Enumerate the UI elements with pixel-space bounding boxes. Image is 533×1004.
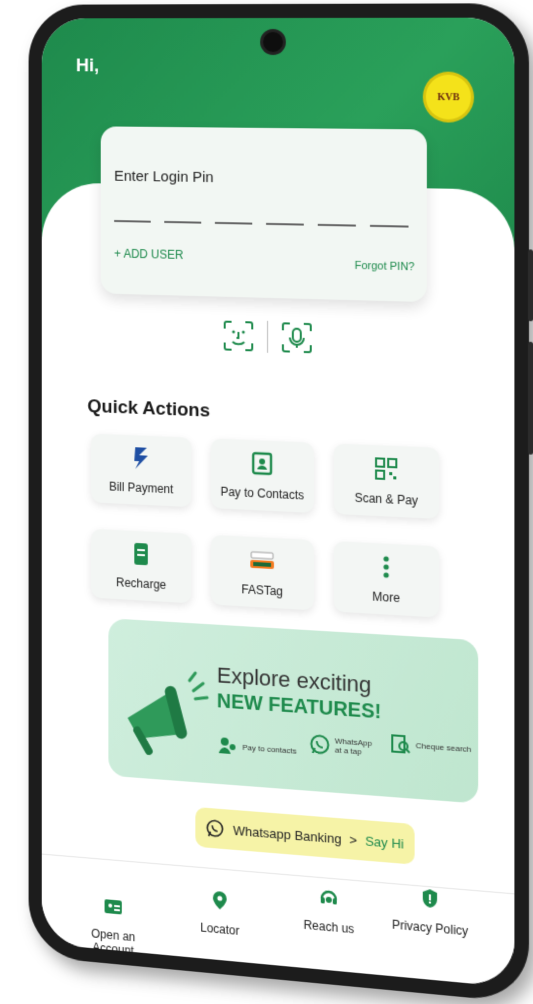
forgot-pin-link[interactable]: Forgot PIN? [355, 260, 415, 274]
kvb-logo: KVB [426, 75, 471, 120]
whatsapp-icon [206, 818, 226, 839]
support-icon [318, 886, 340, 910]
logo-text: KVB [437, 91, 459, 102]
volume-button [528, 342, 533, 455]
qr-scan-icon [372, 454, 400, 484]
pin-digit-3[interactable] [215, 222, 252, 225]
fastag-label: FASTag [211, 581, 314, 601]
scan-and-pay-label: Scan & Pay [334, 490, 439, 509]
add-user-link[interactable]: + ADD USER [114, 247, 183, 262]
nav-locator[interactable]: Locator [176, 886, 264, 941]
fastag-tile[interactable]: FASTag [211, 535, 314, 610]
say-hi-label: Say Hi [365, 833, 404, 851]
biometric-divider [267, 321, 268, 353]
fastag-icon [248, 546, 276, 575]
cheque-search-icon [389, 732, 411, 756]
megaphone-icon [118, 658, 211, 759]
pin-input[interactable] [114, 220, 408, 228]
people-icon [217, 734, 239, 757]
bottom-navigation: Open an Account Locator Reach us Privacy… [42, 854, 515, 988]
pin-digit-4[interactable] [266, 223, 304, 226]
new-features-banner[interactable]: Explore exciting NEW FEATURES! Pay to co… [108, 618, 478, 803]
feature-label: Pay to contacts [242, 742, 296, 755]
more-tile[interactable]: More [334, 541, 439, 617]
whatsapp-banking-label: Whatsapp Banking [233, 822, 341, 846]
pay-to-contacts-tile[interactable]: Pay to Contacts [211, 438, 314, 512]
nav-open-account[interactable]: Open an Account [70, 892, 156, 960]
pay-to-contacts-label: Pay to Contacts [211, 484, 314, 503]
feature-whatsapp: WhatsApp at a tap [309, 733, 375, 760]
nav-label: Privacy Policy [384, 917, 476, 939]
whatsapp-arrow: > [349, 832, 357, 848]
voice-auth-button[interactable] [278, 318, 316, 357]
bill-payment-tile[interactable]: Bill Payment [91, 434, 191, 508]
account-card-icon [103, 895, 124, 919]
greeting-text: Hi, [76, 56, 99, 78]
pin-digit-6[interactable] [370, 225, 409, 228]
feature-pay-to-contacts: Pay to contacts [217, 734, 297, 762]
face-id-button[interactable] [220, 317, 257, 356]
bill-payment-icon [128, 444, 155, 473]
pin-digit-1[interactable] [114, 220, 151, 223]
quick-actions-title: Quick Actions [87, 396, 210, 422]
pin-digit-5[interactable] [318, 224, 356, 227]
pin-digit-2[interactable] [164, 221, 201, 224]
recharge-tile[interactable]: Recharge [91, 529, 191, 603]
biometric-options [220, 317, 316, 358]
phone-frame: Hi, KVB Enter Login Pin + ADD USER Forgo… [29, 3, 529, 1003]
bill-payment-label: Bill Payment [91, 479, 191, 497]
login-pin-title: Enter Login Pin [114, 168, 213, 186]
feature-label: Cheque search [416, 740, 472, 753]
front-camera [263, 32, 283, 52]
scan-and-pay-tile[interactable]: Scan & Pay [334, 443, 439, 518]
voice-auth-icon [280, 320, 314, 355]
nav-label: Open an Account [70, 925, 156, 961]
nav-label: Reach us [284, 916, 374, 938]
whatsapp-icon [309, 733, 331, 757]
mobile-recharge-icon [128, 540, 155, 569]
nav-reach-us[interactable]: Reach us [284, 883, 374, 938]
location-pin-icon [209, 889, 231, 913]
more-label: More [334, 587, 439, 607]
face-id-icon [222, 319, 255, 354]
more-vertical-icon [372, 552, 400, 582]
power-button [528, 249, 533, 321]
login-card: Enter Login Pin + ADD USER Forgot PIN? [101, 126, 427, 302]
whatsapp-banking-button[interactable]: Whatsapp Banking > Say Hi [195, 807, 414, 865]
nav-label: Locator [176, 918, 264, 940]
recharge-label: Recharge [91, 574, 191, 593]
shield-icon [419, 886, 441, 910]
app-screen: Hi, KVB Enter Login Pin + ADD USER Forgo… [42, 18, 515, 988]
contacts-icon [248, 449, 276, 478]
feature-cheque-search: Cheque search [389, 732, 471, 760]
nav-privacy-policy[interactable]: Privacy Policy [384, 883, 476, 939]
feature-label: WhatsApp at a tap [335, 736, 375, 757]
